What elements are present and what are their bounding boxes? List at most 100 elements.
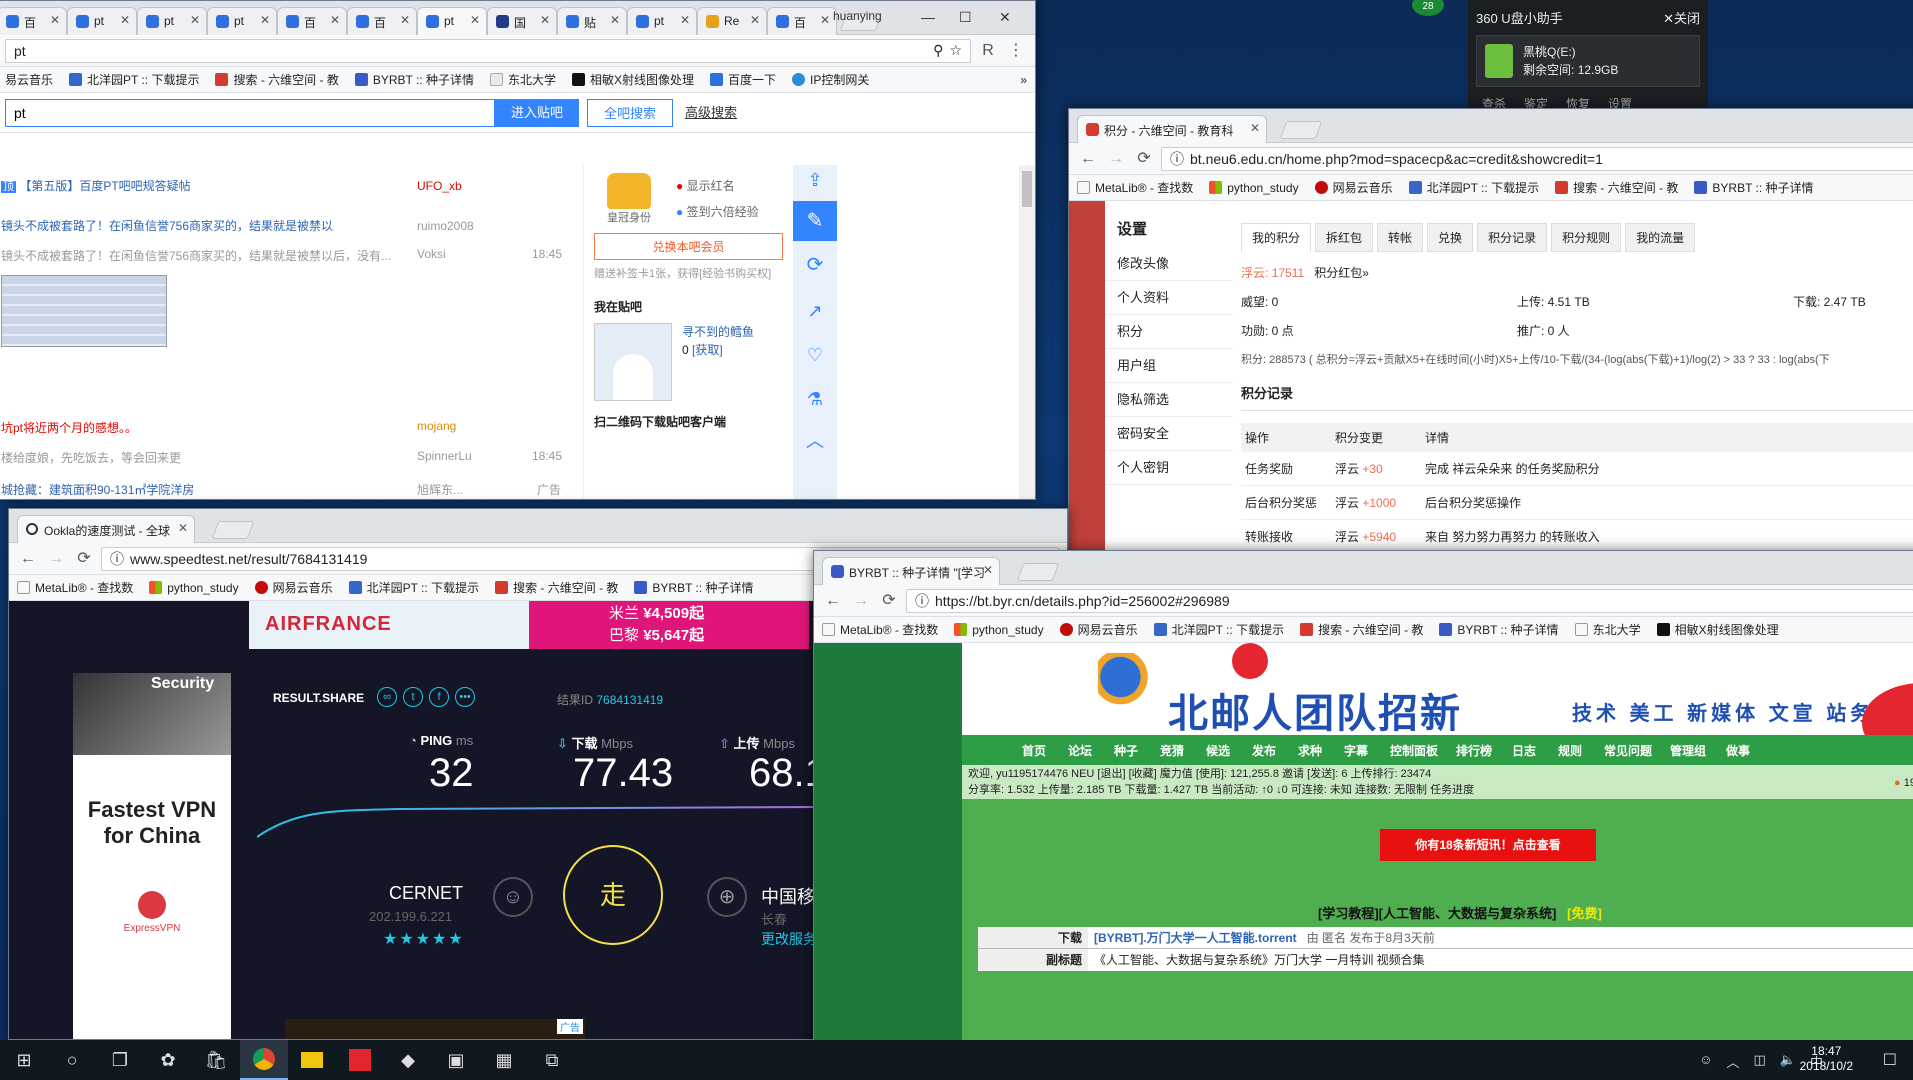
thread-title[interactable]: 【第五版】百度PT吧吧规答疑帖 (19, 179, 190, 193)
advanced-search-link[interactable]: 高级搜索 (681, 99, 741, 127)
bookmark-byrbt[interactable]: BYRBT :: 种子详情 (1694, 179, 1814, 196)
thread-title[interactable]: 坑pt将近两个月的感想。。 (1, 421, 137, 435)
tab-2[interactable]: pt ✕ (137, 7, 207, 35)
tab-neu6-credit[interactable]: 积分 - 六维空间 - 教育科 ✕ (1077, 115, 1267, 143)
menu-bet[interactable]: 竞猜 (1160, 742, 1206, 759)
close-window-button[interactable]: ✕ (999, 9, 1011, 26)
volume-icon[interactable]: 🔈 (1780, 1052, 1796, 1071)
tab-9[interactable]: pt ✕ (627, 7, 697, 35)
star-icon[interactable]: ☆ (949, 42, 962, 59)
bookmark-neu6-search[interactable]: 搜索 - 六维空间 - 教 (495, 579, 618, 596)
menu-ranking[interactable]: 排行榜 (1456, 742, 1512, 759)
menu-upload[interactable]: 发布 (1252, 742, 1298, 759)
thread-author[interactable]: SpinnerLu (417, 449, 472, 463)
bookmark-netease[interactable]: 网易云音乐 (254, 579, 333, 596)
avatar[interactable] (594, 323, 672, 401)
menu-control-panel[interactable]: 控制面板 (1390, 742, 1456, 759)
exchange-member-button[interactable]: 兑换本吧会员 (594, 233, 783, 260)
tray-up-icon[interactable]: ︿ (1726, 1052, 1739, 1071)
enter-bar-button[interactable]: 进入贴吧 (495, 98, 580, 127)
back-icon[interactable]: ← (17, 548, 39, 570)
bookmark-tju[interactable]: 北洋园PT :: 下载提示 (1408, 179, 1539, 196)
reload-icon[interactable]: ⟳ (878, 590, 900, 612)
menu-log[interactable]: 日志 (1512, 742, 1558, 759)
vpn-ad[interactable]: Security Fastest VPN for China ExpressVP… (73, 673, 231, 1039)
menu-tasks[interactable]: 做事 (1726, 742, 1772, 759)
image-icon[interactable]: ▦ (480, 1040, 528, 1080)
extension-r-icon[interactable]: R (977, 40, 999, 62)
bookmark-neu[interactable]: 东北大学 (1574, 621, 1641, 638)
remote-icon[interactable]: ⧉ (528, 1040, 576, 1080)
bookmark-tju[interactable]: 北洋园PT :: 下载提示 (348, 579, 479, 596)
red-name-option[interactable]: ● 显示红名 (676, 173, 759, 199)
bookmark-netease[interactable]: 网易云音乐 (1314, 179, 1393, 196)
forward-icon[interactable]: → (45, 548, 67, 570)
sign-option[interactable]: ● 签到六倍经验 (676, 199, 759, 225)
refresh-icon[interactable]: ⟳ (793, 241, 837, 289)
reload-icon[interactable]: ⟳ (1133, 148, 1155, 170)
bookmark-xray[interactable]: 相敏X射线图像处理 (571, 71, 694, 88)
bookmark-netease[interactable]: 易云音乐 (5, 71, 53, 88)
bookmark-python[interactable]: python_study (1209, 181, 1299, 195)
bookmark-neu6-search[interactable]: 搜索 - 六维空间 - 教 (1300, 621, 1423, 638)
bookmark-tju[interactable]: 北洋园PT :: 下载提示 (1153, 621, 1284, 638)
menu-rules[interactable]: 规则 (1558, 742, 1604, 759)
app-icon[interactable]: ✿ (144, 1040, 192, 1080)
side-key[interactable]: 个人密钥 (1105, 451, 1233, 485)
rating-stars[interactable]: ★★★★★ (383, 929, 465, 949)
bookmark-byrbt[interactable]: BYRBT :: 种子详情 (1439, 621, 1559, 638)
thread-author[interactable]: ruimo2008 (417, 219, 474, 233)
flask-icon[interactable]: ⚗ (793, 377, 837, 421)
address-bar[interactable]: ⓘ bt.neu6.edu.cn/home.php?mod=spacecp&ac=… (1161, 146, 1913, 171)
usb-helper-close[interactable]: ✕关闭 (1663, 8, 1700, 27)
result-id[interactable]: 7684131419 (596, 693, 663, 707)
bookmark-metalib[interactable]: MetaLib® - 查找数 (822, 621, 938, 638)
heart-icon[interactable]: ♡ (793, 333, 837, 377)
thread-author[interactable]: Voksi (417, 247, 446, 261)
notes-icon[interactable]: ◆ (384, 1040, 432, 1080)
side-usergroup[interactable]: 用户组 (1105, 349, 1233, 383)
subtab-records[interactable]: 积分记录 (1477, 223, 1548, 252)
menu-faq[interactable]: 常见问题 (1604, 742, 1670, 759)
subtab-my-credit[interactable]: 我的积分 (1241, 223, 1312, 252)
chrome-icon[interactable] (240, 1040, 288, 1080)
scrollbar[interactable] (1019, 165, 1035, 499)
tab-4[interactable]: 百 ✕ (277, 7, 347, 35)
profile-name[interactable]: huanying (833, 9, 882, 23)
side-privacy[interactable]: 隐私筛选 (1105, 383, 1233, 417)
thread-title[interactable]: 镜头不成被套路了！在闲鱼信誉756商家买的，结果就是被禁以 (1, 219, 333, 233)
more-icon[interactable]: ••• (455, 687, 475, 707)
bookmarks-overflow-icon[interactable]: » (1020, 73, 1027, 87)
start-icon[interactable]: ⊞ (0, 1040, 48, 1080)
address-bar[interactable]: pt ⚲ ☆ (5, 38, 971, 63)
tab-speedtest[interactable]: Ookla的速度测试 - 全球 ✕ (17, 515, 195, 543)
task-view-icon[interactable]: ❐ (96, 1040, 144, 1080)
bookmark-netease[interactable]: 网易云音乐 (1059, 621, 1138, 638)
tab-7[interactable]: 国 ✕ (487, 7, 557, 35)
thread-author[interactable]: mojang (417, 419, 456, 433)
share-icon[interactable]: ↗ (793, 289, 837, 333)
desktop-badge[interactable]: 28 (1412, 0, 1444, 16)
red-packet-link[interactable]: 积分红包» (1314, 266, 1369, 280)
torrent-download-link[interactable]: [BYRBT].万门大学一人工智能.torrent (1094, 931, 1297, 945)
username-link[interactable]: 寻不到的鳕鱼 (682, 323, 754, 341)
tab-1[interactable]: pt ✕ (67, 7, 137, 35)
minimize-button[interactable]: — (921, 9, 935, 25)
new-tab-button[interactable] (211, 521, 255, 539)
bottom-ad[interactable]: 广告 (285, 1019, 585, 1039)
edit-icon[interactable]: ✎ (793, 201, 837, 241)
subtab-traffic[interactable]: 我的流量 (1625, 223, 1696, 252)
tab-0[interactable]: 百 ✕ (0, 7, 67, 35)
forward-icon[interactable]: → (1105, 148, 1127, 170)
back-icon[interactable]: ← (822, 590, 844, 612)
thread-thumbnail[interactable] (1, 275, 167, 347)
menu-staff[interactable]: 管理组 (1670, 742, 1726, 759)
subtab-red-packet[interactable]: 拆红包 (1315, 223, 1374, 252)
subtab-exchange[interactable]: 兑换 (1427, 223, 1474, 252)
store-icon[interactable]: 🛍 (192, 1040, 240, 1080)
terminal-icon[interactable]: ▣ (432, 1040, 480, 1080)
search-icon[interactable]: ⚲ (933, 42, 943, 59)
tab-5[interactable]: 百 ✕ (347, 7, 417, 35)
upload-icon[interactable]: ⇪ (793, 165, 837, 201)
bookmark-byrbt[interactable]: BYRBT :: 种子详情 (634, 579, 754, 596)
